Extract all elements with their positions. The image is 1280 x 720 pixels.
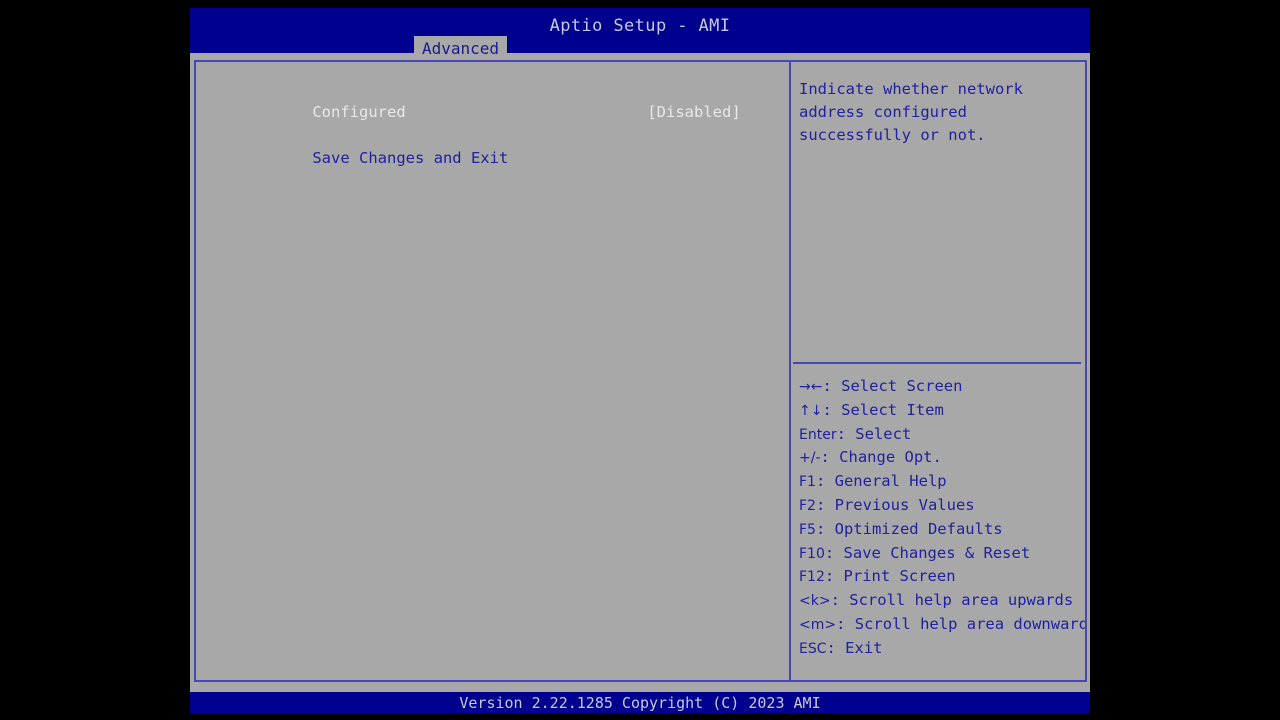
- help-separator: [793, 362, 1081, 364]
- help-description: Indicate whether network address configu…: [799, 80, 1023, 144]
- key-legend: →←: Select Screen ↑↓: Select Item Enter: S…: [799, 375, 1085, 661]
- legend-row: Enter: Select: [799, 423, 1085, 447]
- legend-row: <k>: Scroll help area upwards: [799, 589, 1085, 613]
- legend-key-3: +/-: [799, 450, 821, 467]
- legend-key-4: F1: [799, 474, 816, 491]
- legend-text-4: : General Help: [815, 472, 947, 491]
- legend-row: F10: Save Changes & Reset: [799, 542, 1085, 566]
- legend-key-6: F5: [799, 521, 816, 538]
- legend-key-10: <m>: [799, 616, 837, 633]
- setting-row-save-changes-and-exit[interactable]: Save Changes and Exit: [219, 124, 508, 167]
- legend-key-11: ESC: [799, 640, 827, 657]
- legend-row: →←: Select Screen: [799, 375, 1085, 399]
- legend-row: F2: Previous Values: [799, 494, 1085, 518]
- legend-text-2: : Select: [836, 424, 912, 443]
- legend-key-2: Enter: [799, 426, 837, 443]
- legend-row: ESC: Exit: [799, 637, 1085, 661]
- page-title: Aptio Setup - AMI: [549, 16, 731, 36]
- legend-text-6: : Optimized Defaults: [815, 519, 1003, 538]
- legend-key-8: F12: [799, 569, 825, 586]
- setting-value[interactable]: [Disabled]: [647, 101, 740, 124]
- legend-text-8: : Print Screen: [824, 567, 956, 586]
- legend-row: ↑↓: Select Item: [799, 399, 1085, 423]
- legend-text-1: : Select Item: [822, 400, 944, 419]
- legend-text-0: : Select Screen: [822, 377, 963, 395]
- setting-row-configured[interactable]: Configured [Disabled]: [219, 78, 740, 121]
- legend-key-9: <k>: [799, 593, 831, 610]
- legend-key-5: F2: [799, 497, 816, 514]
- version-text: Version 2.22.1285 Copyright (C) 2023 AMI: [459, 694, 821, 712]
- legend-text-9: : Scroll help area upwards: [830, 591, 1074, 610]
- bios-setup-screen: Aptio Setup - AMI Advanced Configured [Di…: [190, 8, 1090, 714]
- legend-text-11: : Exit: [826, 638, 883, 657]
- footer-bar: Version 2.22.1285 Copyright (C) 2023 AMI: [190, 692, 1090, 714]
- legend-key-0: →←: [799, 379, 823, 395]
- header-bar: Aptio Setup - AMI Advanced: [190, 8, 1090, 61]
- legend-row: F5: Optimized Defaults: [799, 518, 1085, 542]
- help-panel: Indicate whether network address configu…: [791, 62, 1085, 680]
- legend-key-7: F10: [799, 545, 825, 562]
- save-changes-and-exit-label: Save Changes and Exit: [312, 149, 509, 167]
- legend-row: F12: Print Screen: [799, 565, 1085, 589]
- legend-text-5: : Previous Values: [815, 495, 975, 514]
- main-panel: Configured [Disabled] Save Changes and Ex…: [194, 60, 1087, 682]
- legend-text-3: : Change Opt.: [820, 448, 942, 467]
- settings-list: Configured [Disabled] Save Changes and Ex…: [196, 62, 789, 680]
- tab-bar: Advanced: [190, 36, 1090, 61]
- setting-label: Configured: [312, 103, 406, 121]
- legend-text-10: : Scroll help area downwards: [836, 614, 1085, 633]
- legend-text-7: : Save Changes & Reset: [824, 543, 1031, 562]
- legend-row: +/-: Change Opt.: [799, 446, 1085, 470]
- legend-row: F1: General Help: [799, 470, 1085, 494]
- legend-key-1: ↑↓: [799, 402, 823, 419]
- legend-row: <m>: Scroll help area downwards: [799, 613, 1085, 637]
- tab-advanced[interactable]: Advanced: [414, 36, 508, 61]
